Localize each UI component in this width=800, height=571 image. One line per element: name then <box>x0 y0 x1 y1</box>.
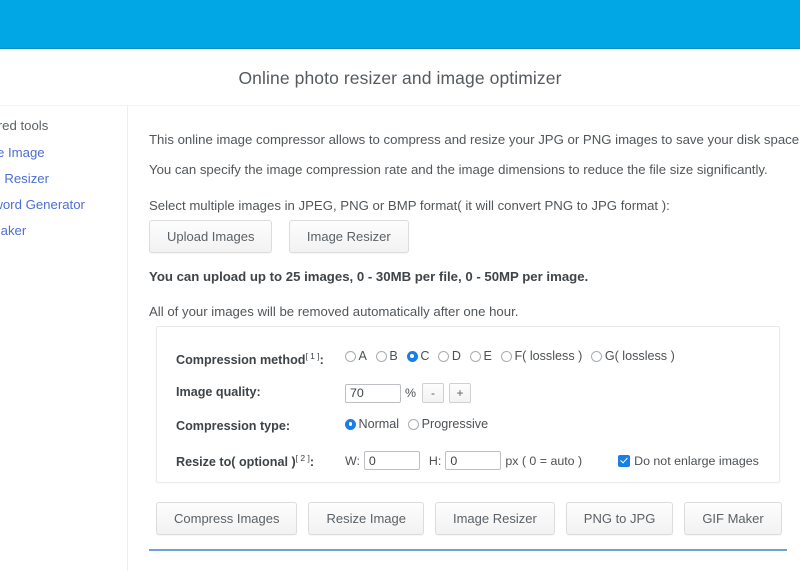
compression-type-option-progressive-label: Progressive <box>421 417 489 431</box>
compression-method-option-b[interactable]: B <box>375 349 398 363</box>
sidebar: Featured tools Resize Image Image Resize… <box>0 112 124 243</box>
compression-method-option-b-label: B <box>389 349 398 363</box>
resize-to-controls: W: H: px ( 0 = auto ) Do not enlarge ima… <box>345 451 759 470</box>
resize-to-label-text: Resize to( optional ) <box>176 455 296 470</box>
upload-button-row: Upload Images Image Resizer <box>149 220 421 253</box>
compression-method-choices: A B C D E F(lossless) G(lossless) <box>345 349 675 363</box>
image-quality-controls: % - + <box>345 383 476 403</box>
bottom-accent-rule <box>149 549 787 551</box>
sidebar-divider <box>127 106 128 571</box>
compression-method-option-c[interactable]: C <box>406 349 430 363</box>
site-brand-bar <box>0 0 800 49</box>
intro-paragraph-3: Select multiple images in JPEG, PNG or B… <box>149 198 670 213</box>
title-separator <box>0 105 800 106</box>
compression-type-option-normal-label: Normal <box>358 417 400 431</box>
image-quality-unit: % <box>405 386 417 400</box>
resize-to-label: Resize to( optional )[ 2 ]: <box>176 453 315 470</box>
compression-method-label-text: Compression method <box>176 353 306 368</box>
compression-method-option-d[interactable]: D <box>438 349 461 363</box>
compression-type-option-progressive[interactable]: Progressive <box>408 417 488 431</box>
do-not-enlarge-checkbox-wrapper[interactable]: Do not enlarge images <box>618 454 759 468</box>
sidebar-item-password-generator[interactable]: Password Generator <box>0 191 124 217</box>
radio-icon-b[interactable] <box>375 350 387 362</box>
image-resizer-button[interactable]: Image Resizer <box>434 502 555 535</box>
compression-method-option-g-label: G( lossless ) <box>604 349 675 363</box>
compression-options-panel: Compression method[ 1 ]: A B C D E F(lo… <box>156 326 780 483</box>
radio-icon-d[interactable] <box>438 350 450 362</box>
compression-method-label: Compression method[ 1 ]: <box>176 351 324 368</box>
gif-maker-button[interactable]: GIF Maker <box>684 502 782 535</box>
compression-method-option-e-label: E <box>483 349 492 363</box>
sidebar-item-resize-image[interactable]: Resize Image <box>0 139 124 165</box>
compression-type-label: Compression type: <box>176 419 291 433</box>
compression-method-option-a-label: A <box>358 349 367 363</box>
resize-to-row: Resize to( optional )[ 2 ]: W: H: px ( 0… <box>157 451 779 475</box>
compression-type-choices: Normal Progressive <box>345 417 488 431</box>
compression-method-option-e[interactable]: E <box>470 349 492 363</box>
auto-removal-note: All of your images will be removed autom… <box>149 304 519 319</box>
compression-type-row: Compression type: Normal Progressive <box>157 417 779 441</box>
radio-icon-c[interactable] <box>406 350 418 362</box>
sidebar-item-gif-maker[interactable]: GIF Maker <box>0 217 124 243</box>
page-title: Online photo resizer and image optimizer <box>238 68 562 88</box>
upload-limit-note: You can upload up to 25 images, 0 - 30MB… <box>149 269 589 284</box>
resize-width-input[interactable] <box>363 451 420 470</box>
radio-icon-progressive[interactable] <box>408 418 420 430</box>
resize-image-button[interactable]: Resize Image <box>308 502 424 535</box>
resize-height-label: H: <box>428 453 442 468</box>
compression-method-footnote: [ 1 ] <box>305 351 320 361</box>
radio-icon-normal[interactable] <box>345 418 356 430</box>
compression-method-option-a[interactable]: A <box>345 349 367 363</box>
resize-width-label: W: <box>345 453 360 468</box>
do-not-enlarge-label: Do not enlarge images <box>634 453 759 468</box>
sidebar-heading: Featured tools <box>0 118 49 133</box>
image-quality-decrement-button[interactable]: - <box>422 383 445 403</box>
image-quality-row: Image quality: % - + <box>157 383 779 407</box>
upload-images-button[interactable]: Upload Images <box>149 220 273 253</box>
checkbox-checked-icon[interactable] <box>618 454 631 467</box>
compression-method-option-f-label: F( lossless ) <box>514 349 583 363</box>
compression-method-option-g[interactable]: G( lossless ) <box>591 349 675 363</box>
radio-icon-e[interactable] <box>470 350 482 362</box>
action-button-row: Compress Images Resize Image Image Resiz… <box>156 502 793 535</box>
image-quality-input[interactable] <box>345 383 401 403</box>
compression-method-option-d-label: D <box>451 349 462 363</box>
radio-icon-a[interactable] <box>345 350 356 362</box>
resize-to-footnote: [ 2 ] <box>295 453 310 463</box>
compression-method-row: Compression method[ 1 ]: A B C D E F(lo… <box>157 349 779 373</box>
intro-paragraph-2: You can specify the image compression ra… <box>149 162 768 177</box>
intro-paragraph-1: This online image compressor allows to c… <box>149 132 800 147</box>
sidebar-item-image-resizer[interactable]: Image Resizer <box>0 165 124 191</box>
compression-method-option-c-label: C <box>420 349 430 363</box>
image-resizer-button-top[interactable]: Image Resizer <box>288 220 409 253</box>
resize-unit-note: px ( 0 = auto ) <box>505 453 583 468</box>
png-to-jpg-button[interactable]: PNG to JPG <box>565 502 674 535</box>
image-quality-increment-button[interactable]: + <box>449 383 472 403</box>
image-quality-label: Image quality: <box>176 385 261 399</box>
radio-icon-g[interactable] <box>591 350 603 362</box>
resize-height-input[interactable] <box>445 451 502 470</box>
compress-images-button[interactable]: Compress Images <box>156 502 298 535</box>
compression-type-option-normal[interactable]: Normal <box>345 417 399 431</box>
radio-icon-f[interactable] <box>500 350 512 362</box>
compression-method-option-f[interactable]: F( lossless ) <box>500 349 583 363</box>
